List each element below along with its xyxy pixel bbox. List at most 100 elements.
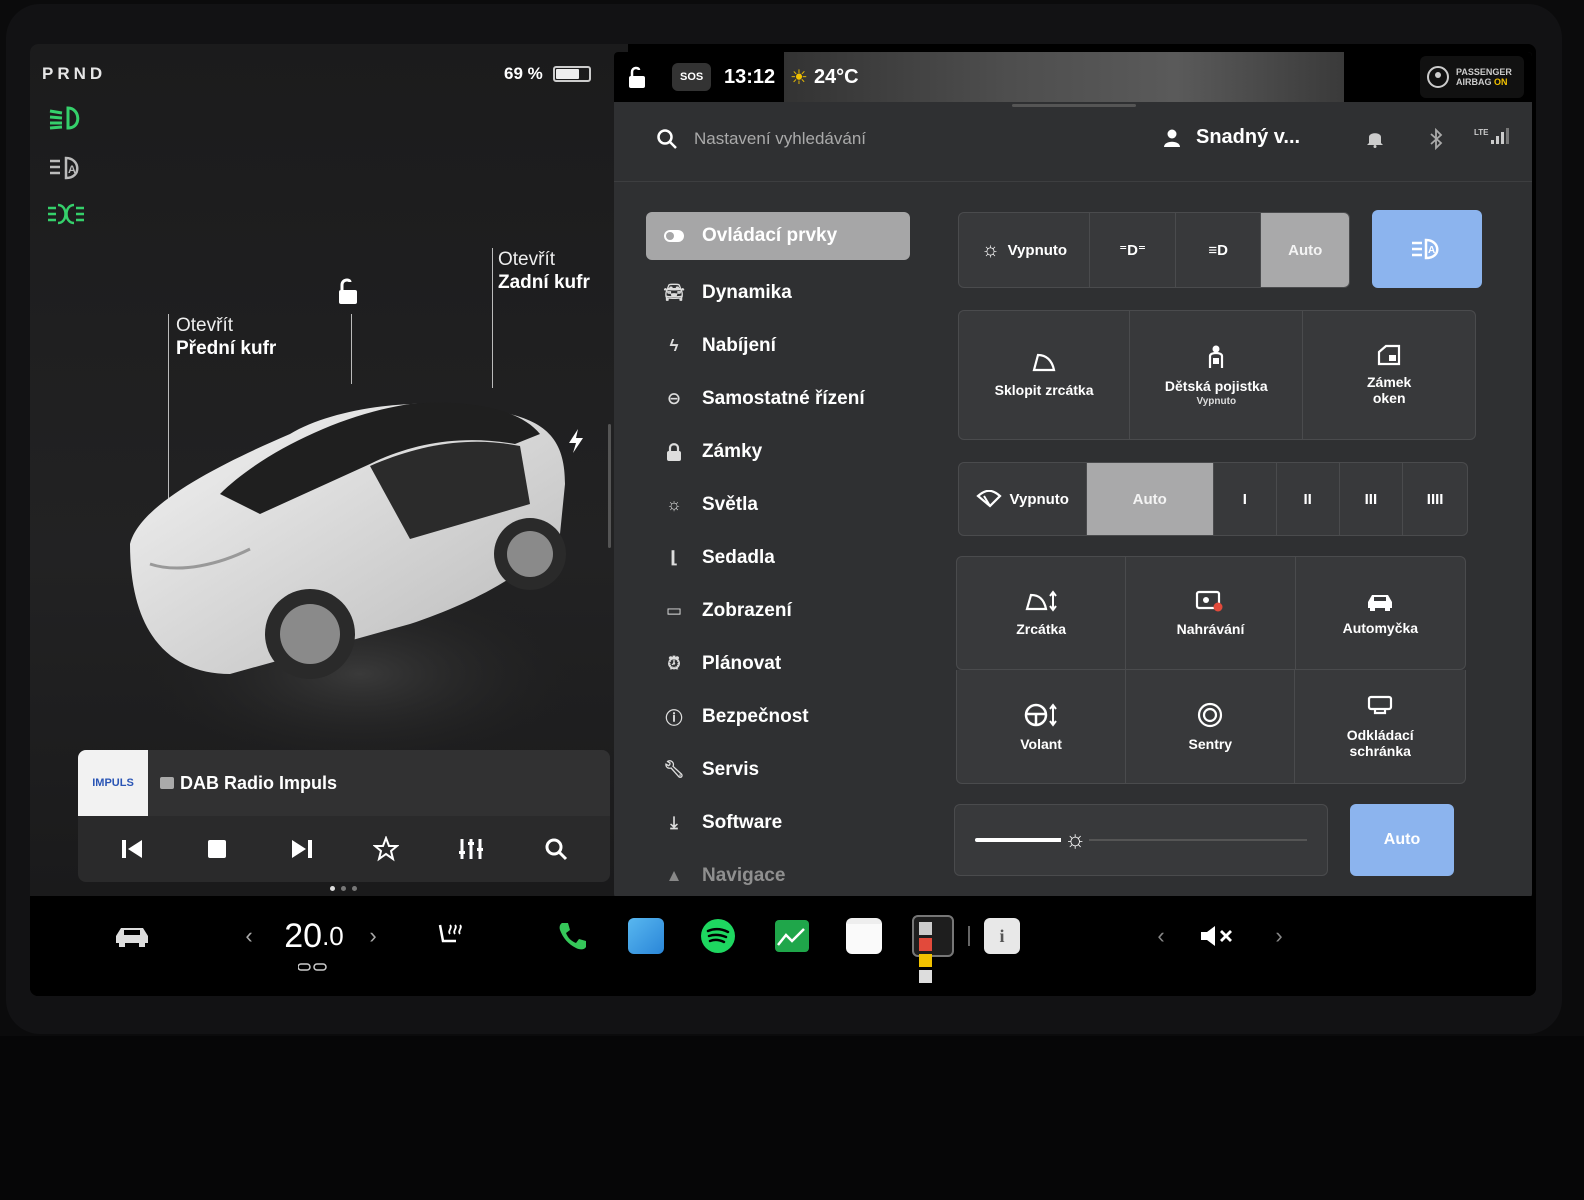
rear-trunk-button[interactable]: Otevřít Zadní kufr [498,248,590,294]
lights-off-button[interactable]: ☼ Vypnuto [959,213,1091,287]
auto-high-beam-button[interactable]: A [1372,210,1482,288]
front-trunk-button[interactable]: Otevřít Přední kufr [176,314,276,360]
messages-app[interactable] [626,896,666,976]
calendar-app[interactable] [844,896,884,976]
fog-light-icon [48,203,84,225]
tile-label: Zámek oken [1366,374,1412,406]
sun-icon: ☼ [981,238,1000,261]
menu-dynamics[interactable]: 🚘︎ Dynamika [646,266,910,319]
brightness-auto-button[interactable]: Auto [1350,804,1454,876]
wipers-auto-button[interactable]: Auto [1086,463,1214,535]
driver-profile-button[interactable]: Snadný v... [1162,126,1300,149]
menu-software[interactable]: ⤓ Software [646,796,910,849]
window-lock-tile[interactable]: Zámek oken [1303,311,1475,439]
download-icon: ⤓ [670,812,678,832]
wrench-icon: 🔧︎ [663,759,685,779]
notifications-button[interactable] [1366,128,1384,154]
manual-app[interactable]: i [982,896,1022,976]
menu-autopilot[interactable]: ⊖ Samostatné řízení [646,372,910,425]
panel-resize-handle[interactable] [608,424,611,548]
settings-search[interactable]: Nastavení vyhledávání [656,128,866,150]
menu-safety[interactable]: ⓘ Bezpečnost [646,690,910,743]
mute-button[interactable] [1196,896,1238,976]
lights-auto-button[interactable]: Auto [1261,213,1349,287]
sos-button[interactable]: SOS [672,52,712,102]
airbag-label-2: AIRBAG [1456,77,1492,87]
menu-schedule[interactable]: ⏰︎ Plánovat [646,637,910,690]
wiper-speed-4[interactable]: IIII [1403,463,1467,535]
toybox-app[interactable] [910,896,956,983]
pull-down-handle[interactable] [1012,104,1136,107]
equalizer-button[interactable] [449,827,493,871]
stop-button[interactable] [195,827,239,871]
previous-button[interactable] [110,827,154,871]
settings-topbar: Nastavení vyhledávání Snadný v... LTE [614,102,1532,182]
next-button[interactable] [280,827,324,871]
menu-seats[interactable]: ⌊ Sedadla [646,531,910,584]
low-beam-button[interactable]: ≡D [1176,213,1262,287]
spotify-app[interactable] [698,896,738,976]
menu-lights[interactable]: ☼ Světla [646,478,910,531]
menu-charging[interactable]: ϟ Nabíjení [646,319,910,372]
energy-app[interactable] [772,896,812,976]
tile-label: Dětská pojistka [1164,377,1268,394]
wipers-off-button[interactable]: Vypnuto [959,463,1087,535]
lights-off-label: Vypnuto [1007,241,1068,259]
person-icon [1164,129,1180,147]
volume-down-button[interactable]: ‹ [1150,896,1172,976]
mirrors-tile[interactable]: Zrcátka [957,557,1127,669]
chevron-right-icon: › [1275,923,1283,948]
menu-label: Bezpečnost [702,705,809,727]
temp-up-button[interactable]: › [362,896,384,976]
window-lock-icon [1378,344,1401,366]
rear-trunk-label-2: Zadní kufr [498,272,590,293]
map-strip [784,52,1344,102]
menu-navigation[interactable]: ▲ Navigace [646,849,910,898]
brightness-slider[interactable]: ☼ [954,804,1328,876]
toybox-icon [912,915,954,983]
favorite-button[interactable] [364,827,408,871]
car-wash-tile[interactable]: Automyčka [1296,557,1465,669]
temp-down-button[interactable]: ‹ [238,896,260,976]
airbag-icon [1427,66,1449,88]
wiper-speed-1[interactable]: I [1214,463,1277,535]
seat-heater-button[interactable] [430,896,470,976]
bluetooth-button[interactable] [1428,127,1444,156]
menu-label: Plánovat [702,652,782,674]
touchscreen: PRND 69 % A Otevřít Přední kufr Otevřít … [30,44,1536,996]
menu-service[interactable]: 🔧︎ Servis [646,743,910,796]
alert-icon: ⓘ [665,709,683,728]
wipers-auto-label: Auto [1132,490,1167,508]
wiper-speed-2[interactable]: II [1277,463,1340,535]
unlock-icon[interactable] [332,276,362,308]
climate-fan-icon [297,958,328,971]
station-title: DAB Radio Impuls [160,773,337,794]
media-search-button[interactable] [534,827,578,871]
menu-display[interactable]: ▭ Zobrazení [646,584,910,637]
menu-controls[interactable]: Ovládací prvky [646,212,910,260]
child-lock-tile[interactable]: Dětská pojistka Vypnuto [1130,311,1304,439]
sos-label: SOS [672,63,712,91]
phone-app[interactable] [552,896,592,976]
slider-fill [975,838,1066,842]
car-button[interactable] [110,896,154,976]
lock-status[interactable] [626,52,648,102]
parking-lights-button[interactable]: ⁼D⁼ [1090,213,1176,287]
sentry-tile[interactable]: Sentry [1126,670,1296,783]
steering-wheel-tile[interactable]: Volant [957,670,1127,783]
search-placeholder: Nastavení vyhledávání [694,129,866,148]
station-logo: IMPULS [78,750,148,816]
lte-signal: LTE [1474,128,1509,144]
media-header[interactable]: IMPULS DAB Radio Impuls [78,750,610,816]
glovebox-tile[interactable]: Odkládací schránka [1295,670,1465,783]
brightness-track[interactable]: ☼ [955,805,1327,875]
volume-up-button[interactable]: › [1268,896,1290,976]
sun-icon[interactable]: ☼ [1061,826,1090,854]
settings-menu: Ovládací prvky 🚘︎ Dynamika ϟ Nabíjení ⊖ Sam… [646,212,910,898]
fold-mirrors-tile[interactable]: Sklopit zrcátka [959,311,1131,439]
menu-locks[interactable]: Zámky [646,425,910,478]
menu-label: Světla [702,493,758,515]
seat-heater-icon [438,924,462,943]
wiper-speed-3[interactable]: III [1340,463,1404,535]
dashcam-tile[interactable]: Nahrávání [1126,557,1296,669]
